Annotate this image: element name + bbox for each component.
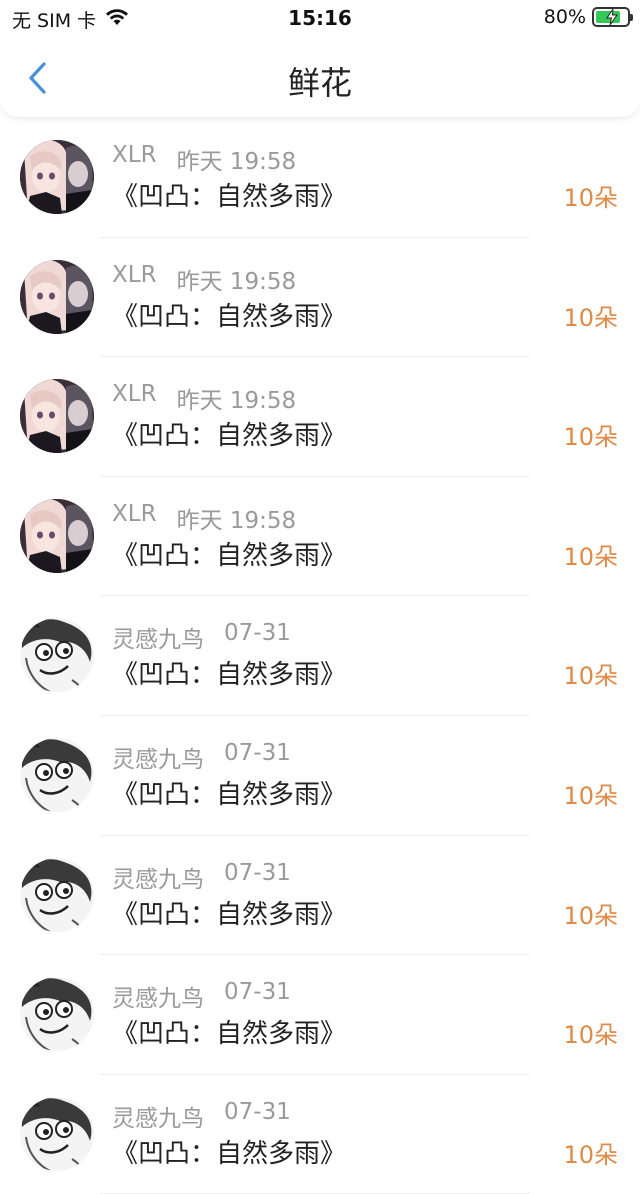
work-title: 《凹凸：自然多雨》 [112, 1019, 347, 1050]
user-name[interactable]: XLR [112, 501, 157, 535]
page-title: 鲜花 [287, 64, 352, 102]
avatar[interactable] [20, 977, 94, 1052]
work-title: 《凹凸：自然多雨》 [112, 899, 347, 930]
battery-percent: 80% [543, 6, 586, 28]
record-time: 昨天 19:58 [176, 507, 297, 534]
flower-amount: 10朵 [563, 781, 618, 810]
record-time: 07-31 [224, 859, 291, 886]
navigation-bar: 鲜花 [0, 36, 640, 118]
record-time: 昨天 19:58 [176, 388, 297, 415]
list-item[interactable]: 灵感九鸟 07-31 《凹凸：自然多雨》 10朵 [0, 836, 640, 956]
list-item[interactable]: XLR 昨天 19:58 《凹凸：自然多雨》 10朵 [0, 118, 640, 238]
record-meta: XLR 昨天 19:58 [112, 262, 296, 296]
user-name[interactable]: 灵感九鸟 [112, 1099, 204, 1133]
avatar[interactable] [20, 1096, 94, 1171]
work-title: 《凹凸：自然多雨》 [112, 540, 347, 571]
avatar[interactable] [20, 857, 94, 932]
work-title: 《凹凸：自然多雨》 [112, 660, 347, 691]
work-title: 《凹凸：自然多雨》 [112, 1138, 347, 1169]
work-title: 《凹凸：自然多雨》 [112, 301, 347, 332]
list-item[interactable]: 灵感九鸟 07-31 《凹凸：自然多雨》 10朵 [0, 1075, 640, 1194]
avatar[interactable] [20, 737, 94, 812]
record-meta: XLR 昨天 19:58 [112, 381, 296, 415]
record-time: 昨天 19:58 [176, 268, 297, 295]
list-item[interactable]: XLR 昨天 19:58 《凹凸：自然多雨》 10朵 [0, 357, 640, 477]
record-meta: 灵感九鸟 07-31 [112, 860, 291, 894]
list-item[interactable]: 灵感九鸟 07-31 《凹凸：自然多雨》 10朵 [0, 716, 640, 836]
record-time: 昨天 19:58 [176, 149, 297, 175]
record-meta: 灵感九鸟 07-31 [112, 1099, 291, 1133]
flower-amount: 10朵 [563, 901, 618, 930]
user-name[interactable]: XLR [112, 262, 157, 296]
flower-amount: 10朵 [563, 1140, 618, 1169]
user-name[interactable]: XLR [112, 381, 157, 415]
flower-amount: 10朵 [563, 423, 618, 452]
list-item[interactable]: XLR 昨天 19:58 《凹凸：自然多雨》 10朵 [0, 477, 640, 597]
record-time: 07-31 [224, 979, 291, 1006]
status-right: 80% [543, 6, 633, 28]
list-item[interactable]: 灵感九鸟 07-31 《凹凸：自然多雨》 10朵 [0, 596, 640, 716]
flower-amount: 10朵 [563, 662, 618, 691]
battery-charging-icon [592, 7, 633, 27]
record-meta: 灵感九鸟 07-31 [112, 740, 291, 774]
flower-amount: 10朵 [563, 542, 618, 571]
user-name[interactable]: 灵感九鸟 [112, 740, 204, 774]
list-item[interactable]: 灵感九鸟 07-31 《凹凸：自然多雨》 10朵 [0, 955, 640, 1075]
flower-amount: 10朵 [563, 1021, 618, 1050]
flower-amount: 10朵 [563, 184, 618, 212]
record-meta: 灵感九鸟 07-31 [112, 620, 291, 654]
record-meta: 灵感九鸟 07-31 [112, 979, 291, 1013]
record-meta: XLR 昨天 19:58 [112, 142, 296, 176]
record-meta: XLR 昨天 19:58 [112, 501, 296, 535]
record-time: 07-31 [224, 739, 291, 766]
avatar[interactable] [20, 259, 94, 334]
status-bar: 无 SIM 卡 15:16 80% [0, 0, 640, 36]
flower-record-list: XLR 昨天 19:58 《凹凸：自然多雨》 10朵 XLR 昨天 19:58 《凹凸：自然… [0, 118, 640, 1194]
avatar[interactable] [20, 379, 94, 454]
user-name[interactable]: XLR [112, 142, 157, 176]
avatar[interactable] [20, 140, 94, 214]
avatar[interactable] [20, 618, 94, 693]
work-title: 《凹凸：自然多雨》 [112, 421, 347, 452]
record-time: 07-31 [224, 1098, 291, 1125]
record-time: 07-31 [224, 620, 291, 647]
work-title: 《凹凸：自然多雨》 [112, 182, 347, 212]
list-item[interactable]: XLR 昨天 19:58 《凹凸：自然多雨》 10朵 [0, 238, 640, 358]
flower-amount: 10朵 [563, 303, 618, 332]
user-name[interactable]: 灵感九鸟 [112, 979, 204, 1013]
user-name[interactable]: 灵感九鸟 [112, 620, 204, 654]
work-title: 《凹凸：自然多雨》 [112, 779, 347, 810]
user-name[interactable]: 灵感九鸟 [112, 860, 204, 894]
avatar[interactable] [20, 498, 94, 573]
